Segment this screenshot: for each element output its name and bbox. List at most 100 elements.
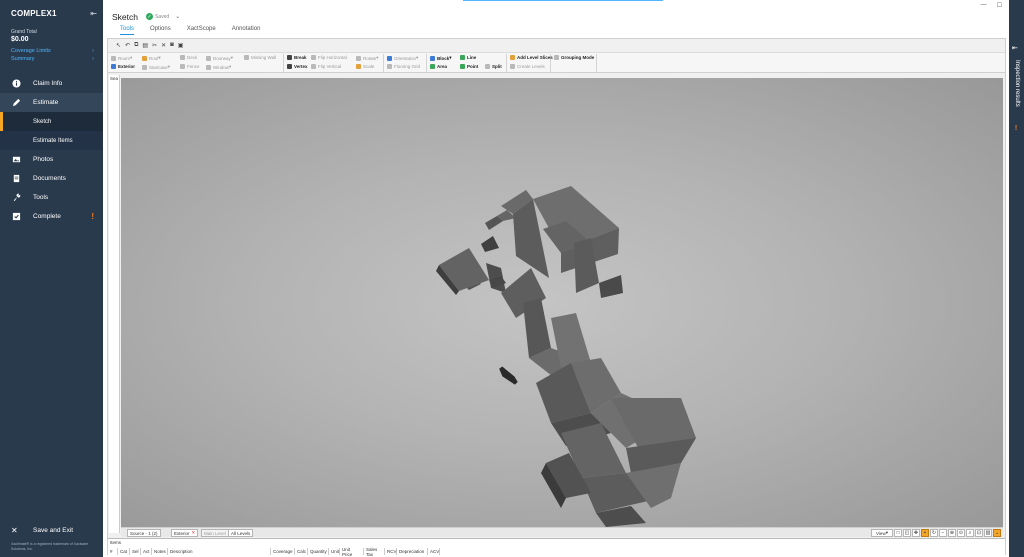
col-coverage[interactable]: Coverage <box>271 548 295 555</box>
summary-link[interactable]: Summary › <box>0 54 103 62</box>
split-icon <box>485 64 490 69</box>
create-levels-button[interactable]: Create Levels <box>510 64 545 69</box>
col-notes[interactable]: Notes <box>152 548 168 555</box>
sidebar-subitem-label: Estimate Items <box>33 137 73 144</box>
area-button[interactable]: Area <box>430 64 447 69</box>
image-icon[interactable]: ▣ <box>178 42 184 49</box>
col-unit[interactable]: Unit <box>329 548 340 555</box>
block-icon <box>430 55 435 61</box>
scale-button[interactable]: Scale <box>356 64 374 69</box>
col-unit-price[interactable]: Unit Price <box>340 547 364 557</box>
search-panel[interactable]: Sea <box>109 75 120 533</box>
orbit-icon[interactable]: ↻ <box>930 529 938 537</box>
flooring-grid-button[interactable]: Flooring Grid <box>387 64 420 69</box>
exterior-button[interactable]: Exterior <box>111 64 135 69</box>
cut-icon[interactable]: ✂ <box>152 42 157 49</box>
building-3d-model[interactable] <box>121 78 1003 527</box>
tab-tools[interactable]: Tools <box>120 26 135 35</box>
tab-annotation[interactable]: Annotation <box>232 26 261 35</box>
col-acv[interactable]: ACV <box>428 548 440 555</box>
sidebar-subitem-estimate-items[interactable]: Estimate Items <box>0 131 103 150</box>
tab-options[interactable]: Options <box>150 26 171 35</box>
minimize-icon[interactable]: — <box>981 2 987 9</box>
tab-xactscope[interactable]: XactScope <box>187 26 216 35</box>
orientation-button[interactable]: Orientation ▾ <box>387 55 418 61</box>
fit-view-icon[interactable]: ◱ <box>903 529 911 537</box>
collapse-panel-icon[interactable]: ⇤ <box>1012 44 1018 52</box>
sidebar-item-claim-info[interactable]: Claim Info <box>0 74 103 93</box>
check-icon: ✓ <box>146 13 153 20</box>
zoom-in-icon[interactable]: ⊕ <box>948 529 956 537</box>
grand-total-label: Grand Total <box>11 29 37 35</box>
select-icon[interactable]: ↖ <box>116 42 121 49</box>
delete-icon[interactable]: ✕ <box>161 42 166 49</box>
vertex-button[interactable]: Vertex <box>287 64 308 69</box>
inspection-results-rail[interactable]: ⇤ Inspection results ! <box>1009 0 1024 557</box>
expand-icon[interactable]: ⌄ <box>993 529 1001 537</box>
col-depreciation[interactable]: Depreciation <box>397 548 428 555</box>
split-button[interactable]: Split <box>485 64 502 69</box>
col-description[interactable]: Description <box>168 548 271 555</box>
paste-icon[interactable]: ▤ <box>142 42 148 49</box>
saved-status[interactable]: ✓ Saved ⌄ <box>146 13 180 20</box>
sidebar-item-documents[interactable]: Documents <box>0 169 103 188</box>
flip-vertical-button[interactable]: Flip Vertical <box>311 64 341 69</box>
col-sales-tax[interactable]: Sales Tax <box>364 547 385 557</box>
zoom-out-icon[interactable]: − <box>939 529 947 537</box>
settings-icon[interactable]: ▥ <box>984 529 992 537</box>
col-number[interactable]: # <box>108 548 118 555</box>
scale-label: Scale <box>363 64 375 69</box>
zoom-extent-icon[interactable]: ⊡ <box>975 529 983 537</box>
block-button[interactable]: Block ▾ <box>430 55 452 61</box>
frame-view-icon[interactable]: □ <box>894 529 902 537</box>
missing-wall-button[interactable]: Missing Wall <box>244 55 276 60</box>
fence-button[interactable]: Fence <box>180 64 200 69</box>
break-button[interactable]: Break <box>287 55 307 60</box>
deck-button[interactable]: Deck <box>180 55 197 60</box>
add-level-slices-button[interactable]: Add Level Slices <box>510 55 553 60</box>
maximize-icon[interactable]: ☐ <box>997 2 1002 9</box>
sidebar-item-photos[interactable]: Photos <box>0 150 103 169</box>
rotate-button[interactable]: Rotate ▾ <box>356 55 379 61</box>
staircase-button[interactable]: Staircase ▾ <box>142 64 170 70</box>
window-button[interactable]: Window ▾ <box>206 64 231 70</box>
flip-vertical-label: Flip Vertical <box>318 64 342 69</box>
checklist-icon <box>11 212 21 222</box>
save-and-exit-button[interactable]: ✕ Save and Exit <box>0 523 103 537</box>
source-selector[interactable]: Source - 1 (2) <box>127 529 161 537</box>
col-calc[interactable]: Calc <box>295 548 308 555</box>
doorway-button[interactable]: Doorway ▾ <box>206 55 233 61</box>
zoom-fit-icon[interactable]: ⊙ <box>957 529 965 537</box>
collapse-sidebar-icon[interactable]: ⇤ <box>90 9 97 18</box>
sidebar-item-tools[interactable]: Tools <box>0 188 103 207</box>
sidebar-subitem-sketch[interactable]: Sketch <box>0 112 103 131</box>
room-button[interactable]: Room ▾ <box>111 55 132 61</box>
zoom-region-icon[interactable]: ⌕ <box>966 529 974 537</box>
copy-icon[interactable]: ⧉ <box>134 42 138 49</box>
view-dropdown[interactable]: View ▾ <box>871 529 893 537</box>
add-icon[interactable]: + <box>921 529 929 537</box>
point-button[interactable]: Point <box>460 64 478 69</box>
level-tab-main-level[interactable]: Main Level <box>201 529 229 537</box>
flip-horizontal-button[interactable]: Flip Horizontal <box>311 55 347 60</box>
sketch-3d-viewport[interactable] <box>121 78 1003 527</box>
roof-button[interactable]: Roof ▾ <box>142 55 161 61</box>
col-act[interactable]: Act <box>141 548 152 555</box>
col-quantity[interactable]: Quantity <box>308 548 329 555</box>
undo-icon[interactable]: ↶ <box>125 42 130 49</box>
documents-icon <box>11 174 21 184</box>
line-button[interactable]: Line <box>460 55 476 60</box>
sidebar-item-estimate[interactable]: Estimate <box>0 93 103 112</box>
level-tab-all-levels[interactable]: All Levels <box>228 529 254 537</box>
col-sel[interactable]: Sel <box>130 548 141 555</box>
grouping-mode-button[interactable]: Grouping Mode <box>554 55 594 60</box>
sidebar-item-complete[interactable]: Complete ! <box>0 207 103 226</box>
grand-total: Grand Total $0.00 <box>0 26 103 43</box>
close-icon[interactable]: ✕ <box>192 530 196 536</box>
coverage-limits-link[interactable]: Coverage Limits › <box>0 46 103 54</box>
col-cat[interactable]: Cat <box>118 548 130 555</box>
level-tab-exterior[interactable]: Exterior ✕ <box>171 529 199 537</box>
move-icon[interactable]: ✥ <box>912 529 920 537</box>
camera-icon[interactable]: ◙ <box>170 42 174 49</box>
col-rcv[interactable]: RCV <box>385 548 397 555</box>
